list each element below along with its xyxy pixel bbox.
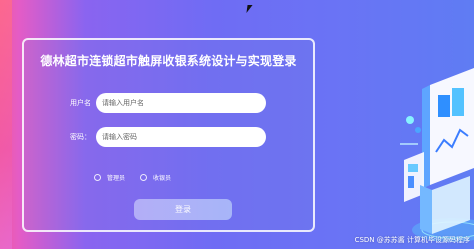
password-input[interactable]	[96, 127, 266, 147]
page-title: 德林超市连锁超市触屏收银系统设计与实现登录	[40, 54, 297, 68]
login-button[interactable]: 登录	[134, 199, 232, 220]
password-row: 密码：	[24, 127, 313, 149]
radio-button-icon[interactable]	[94, 173, 101, 181]
isometric-dashboard-illustration	[400, 68, 474, 242]
username-input[interactable]	[96, 93, 266, 113]
role-option-admin[interactable]: 管理员	[94, 173, 125, 182]
radio-button-icon[interactable]	[140, 173, 148, 181]
username-label: 用户名	[70, 99, 91, 107]
mouse-cursor-icon	[246, 5, 253, 13]
password-label: 密码：	[70, 133, 91, 141]
login-card: 德林超市连锁超市触屏收银系统设计与实现登录 用户名 密码： 管理员 收银员 登录	[22, 38, 315, 232]
role-label-cashier: 收银员	[153, 174, 172, 182]
username-row: 用户名	[24, 93, 313, 115]
role-label-admin: 管理员	[107, 174, 126, 182]
watermark: CSDN @苏苏酱 计算机毕设源码程序	[354, 236, 470, 244]
role-selector: 管理员 收银员	[94, 171, 186, 183]
role-option-cashier[interactable]: 收银员	[140, 173, 171, 182]
background-edge-glow	[0, 0, 12, 249]
